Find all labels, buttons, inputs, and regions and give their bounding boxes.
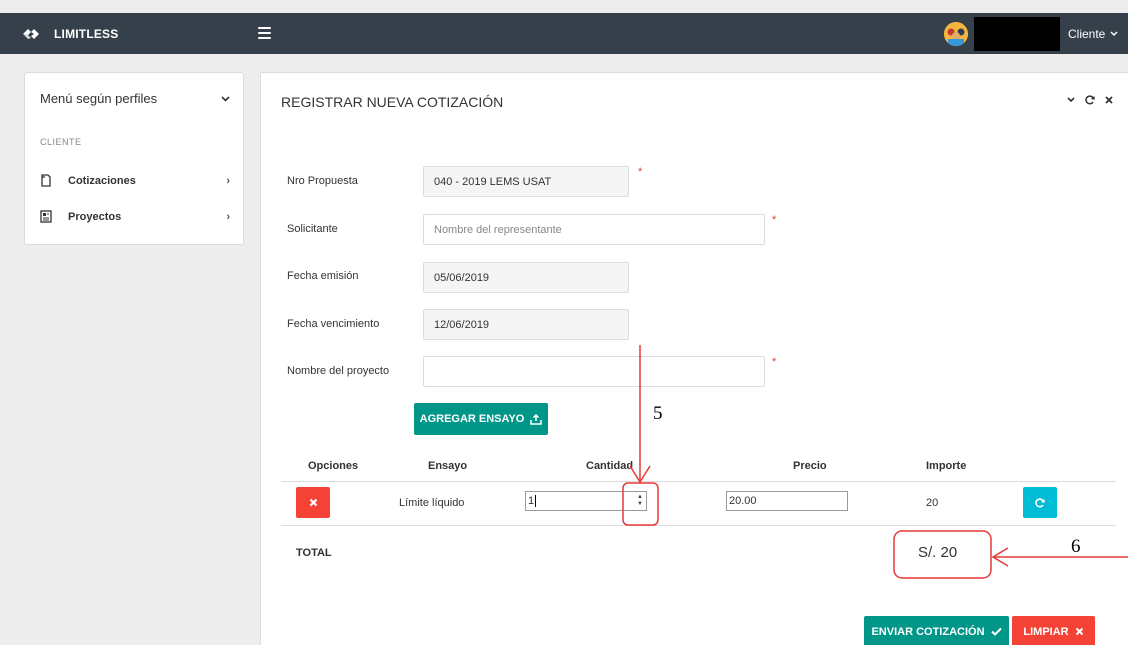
panel-title: REGISTRAR NUEVA COTIZACIÓN <box>281 94 504 110</box>
chevron-down-icon <box>1110 30 1118 36</box>
close-icon <box>1075 627 1083 636</box>
nro-propuesta-value: 040 - 2019 LEMS USAT <box>434 175 552 188</box>
redacted-username <box>974 17 1060 51</box>
add-test-button[interactable]: AGREGAR ENSAYO <box>414 403 548 435</box>
limitless-logo-icon <box>23 28 39 39</box>
table-divider <box>281 525 1116 526</box>
menu-toggle-icon[interactable] <box>258 27 271 39</box>
sidebar-item-cotizaciones[interactable]: Cotizaciones › <box>40 174 230 187</box>
solicitante-input[interactable]: Nombre del representante <box>423 214 765 245</box>
annotation-label-5: 5 <box>653 403 663 424</box>
nro-propuesta-field[interactable]: 040 - 2019 LEMS USAT <box>423 166 629 197</box>
fecha-vencimiento-label: Fecha vencimiento <box>287 318 380 330</box>
fecha-emision-value: 05/06/2019 <box>434 271 490 284</box>
top-navbar: LIMITLESS Cliente <box>0 13 1128 54</box>
delete-row-button[interactable] <box>296 487 330 518</box>
close-icon[interactable] <box>1104 95 1114 105</box>
upload-icon <box>530 413 543 425</box>
file-icon <box>41 174 51 187</box>
chevron-down-icon: ▼ <box>637 501 643 507</box>
newspaper-icon <box>40 210 52 223</box>
sidebar: Menú según perfiles CLIENTE Cotizaciones… <box>24 72 244 245</box>
sidebar-item-label: Cotizaciones <box>68 174 136 187</box>
brand[interactable]: LIMITLESS <box>22 13 118 54</box>
cantidad-value: 1 <box>528 495 535 507</box>
total-label: TOTAL <box>296 547 332 559</box>
sidebar-header-label: Menú según perfiles <box>40 91 158 106</box>
user-menu[interactable]: Cliente <box>1068 13 1118 54</box>
solicitante-placeholder: Nombre del representante <box>434 223 562 236</box>
importe-cell: 20 <box>926 497 939 509</box>
required-mark: * <box>638 166 643 178</box>
required-mark: * <box>772 214 777 226</box>
col-header-cantidad: Cantidad <box>586 460 634 472</box>
close-icon <box>309 498 317 507</box>
ensayo-cell: Límite líquido <box>399 497 465 509</box>
brand-name: LIMITLESS <box>54 26 119 41</box>
panel-actions <box>1066 95 1114 105</box>
col-header-ensayo: Ensayo <box>428 460 468 472</box>
table-divider <box>281 481 1116 482</box>
reload-icon[interactable] <box>1085 95 1095 105</box>
fecha-vencimiento-value: 12/06/2019 <box>434 318 490 331</box>
collapse-icon[interactable] <box>1066 95 1076 105</box>
chevron-right-icon: › <box>226 174 230 187</box>
fecha-emision-field[interactable]: 05/06/2019 <box>423 262 629 293</box>
annotation-label-6: 6 <box>1071 536 1081 557</box>
col-header-opciones: Opciones <box>308 460 359 472</box>
add-test-button-label: AGREGAR ENSAYO <box>419 413 525 425</box>
col-header-importe: Importe <box>926 460 967 472</box>
precio-input[interactable]: 20.00 <box>726 491 848 511</box>
fecha-emision-label: Fecha emisión <box>287 270 359 282</box>
precio-value: 20.00 <box>729 495 757 507</box>
sidebar-category: CLIENTE <box>40 137 82 147</box>
quantity-stepper[interactable]: ▲ ▼ <box>634 491 646 511</box>
chevron-up-icon: ▲ <box>637 494 643 500</box>
required-mark: * <box>772 356 777 368</box>
solicitante-label: Solicitante <box>287 223 338 235</box>
total-value: S/. 20 <box>918 544 958 561</box>
clear-button-label: LIMPIAR <box>1023 625 1069 638</box>
user-menu-label: Cliente <box>1068 26 1106 41</box>
send-quote-button[interactable]: ENVIAR COTIZACIÓN <box>864 616 1009 645</box>
sidebar-item-proyectos[interactable]: Proyectos › <box>40 210 230 223</box>
sidebar-header[interactable]: Menú según perfiles <box>40 91 230 106</box>
send-quote-button-label: ENVIAR COTIZACIÓN <box>871 625 985 638</box>
chevron-down-icon <box>221 95 230 102</box>
cantidad-input[interactable]: 1 <box>525 491 647 511</box>
quote-panel: REGISTRAR NUEVA COTIZACIÓN Nro Propuesta… <box>260 72 1128 645</box>
chevron-right-icon: › <box>226 210 230 223</box>
nro-propuesta-label: Nro Propuesta <box>287 175 358 187</box>
sidebar-item-label: Proyectos <box>68 210 122 223</box>
clear-button[interactable]: LIMPIAR <box>1012 616 1095 645</box>
nombre-proyecto-input[interactable] <box>423 356 765 387</box>
check-icon <box>990 627 1002 636</box>
col-header-precio: Precio <box>793 460 827 472</box>
user-avatar[interactable] <box>944 22 968 46</box>
refresh-icon <box>1035 497 1045 507</box>
refresh-row-button[interactable] <box>1023 487 1057 518</box>
fecha-vencimiento-field[interactable]: 12/06/2019 <box>423 309 629 340</box>
nombre-proyecto-label: Nombre del proyecto <box>287 365 390 377</box>
